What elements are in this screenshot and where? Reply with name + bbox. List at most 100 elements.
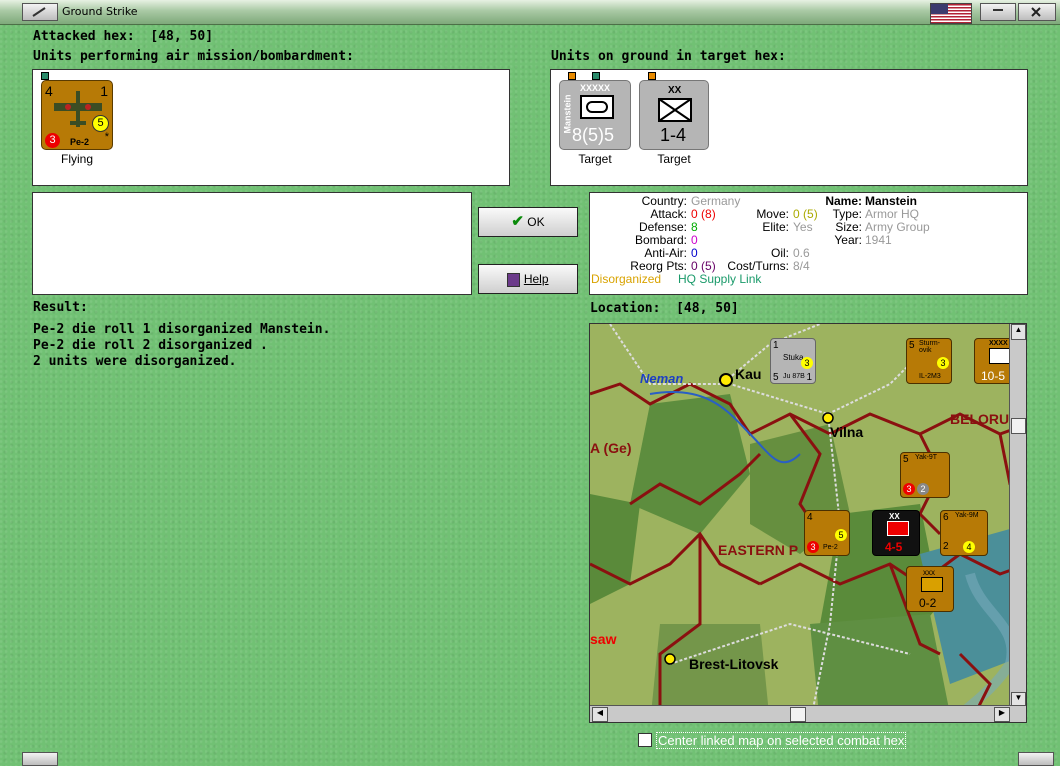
marker-icon <box>568 72 576 80</box>
counter-value: 0-2 <box>919 596 937 610</box>
counter-value: 10-5 <box>981 369 1006 383</box>
restore-button[interactable] <box>980 3 1016 21</box>
ground-unit-counter-infantry[interactable]: XX 1-4 <box>639 80 709 150</box>
close-icon <box>1031 7 1041 17</box>
supply-status: HQ Supply Link <box>678 272 762 286</box>
minimize-button[interactable] <box>22 3 58 21</box>
window-title: Ground Strike <box>62 5 138 18</box>
map-label-warsaw: saw <box>590 631 617 647</box>
counter-value: 5 <box>835 529 847 541</box>
map-counter-stuka[interactable]: 1 Stuka 5 Ju 87B 1 3 <box>770 338 816 384</box>
map-label-kaunas: Kau <box>735 366 762 382</box>
air-unit-defense: 5 <box>92 115 109 132</box>
result-line: Pe-2 die roll 2 disorganized . <box>33 338 268 353</box>
scroll-right-icon[interactable]: ▶ <box>994 707 1010 722</box>
counter-model: Sturm-ovik <box>919 340 940 354</box>
scroll-thumb[interactable] <box>790 707 806 722</box>
ground-strike-window: Ground Strike Attacked hex: [48, 50] Uni… <box>0 0 1060 766</box>
counter-model: Yak-9M <box>955 512 979 519</box>
counter-value: 4 <box>963 541 975 553</box>
map-counter-pe2[interactable]: 4 5 3 Pe-2 <box>804 510 850 556</box>
counter-value: 2 <box>917 483 929 495</box>
location-label: Location: [48, 50] <box>590 301 739 316</box>
air-units-header: Units performing air mission/bombardment… <box>33 49 354 64</box>
map-counter-german-hq[interactable]: XX 4-5 <box>872 510 920 556</box>
close-button[interactable] <box>1018 3 1056 21</box>
air-unit-model: Pe-2 <box>70 137 90 147</box>
result-log: Pe-2 die roll 1 disorganized Manstein. P… <box>33 322 330 370</box>
unit-size: XXXXX <box>580 83 611 93</box>
attacked-hex-value: [48, 50] <box>150 29 214 44</box>
scroll-up-icon[interactable]: ▲ <box>1011 324 1026 340</box>
title-bar: Ground Strike <box>0 0 1060 25</box>
year-label: Year: <box>834 233 862 247</box>
counter-value: 6 <box>943 512 949 523</box>
unit-name-vertical: Manstein <box>562 94 573 134</box>
ok-button[interactable]: ✔ OK <box>478 207 578 237</box>
help-button[interactable]: Help <box>478 264 578 294</box>
counter-value: 3 <box>801 357 813 369</box>
hq-symbol-icon <box>887 521 909 536</box>
counter-value: 1 <box>773 340 779 351</box>
map-counter-hq-right[interactable]: XXXX 10-5 <box>974 338 1014 384</box>
air-unit-status: Flying <box>60 152 93 166</box>
counter-value: 5 <box>773 372 779 383</box>
mini-map[interactable]: Neman Kau Vilna BELORU A (Ge) EASTERN P … <box>589 323 1027 723</box>
help-book-icon <box>507 272 521 287</box>
map-label-vilna: Vilna <box>830 424 864 440</box>
unit-strength: 1-4 <box>660 125 687 145</box>
attacked-hex-label: Attacked hex: [48, 50] <box>33 29 214 44</box>
counter-sub: IL-2M3 <box>919 373 941 380</box>
map-vertical-scrollbar[interactable]: ▲ ▼ <box>1009 324 1026 708</box>
counter-value: 3 <box>937 357 949 369</box>
ok-label: OK <box>527 215 545 229</box>
ground-units-panel: XXXXX Manstein 8(5)5 Target XX 1-4 Targe… <box>550 69 1028 186</box>
bottom-left-handle[interactable] <box>22 752 58 766</box>
scroll-thumb[interactable] <box>1011 418 1026 434</box>
scroll-left-icon[interactable]: ◀ <box>592 707 608 722</box>
map-counter-yak9t[interactable]: 5 Yak-9T 3 2 <box>900 452 950 498</box>
year-value: 1941 <box>865 233 892 247</box>
counter-sub: Ju 87B <box>783 373 805 380</box>
map-counter-yak9m[interactable]: 6 Yak-9M 2 4 <box>940 510 988 556</box>
marker-icon <box>648 72 656 80</box>
city-icon <box>664 653 676 665</box>
map-label-belorussia: BELORU <box>950 411 1010 427</box>
counter-value: 1 <box>806 372 812 383</box>
map-label-germany: A (Ge) <box>590 440 632 456</box>
counter-size: XXXX <box>989 340 1008 347</box>
resize-handle[interactable] <box>1018 752 1054 766</box>
counter-value: 5 <box>903 454 909 465</box>
ground-unit-status: Target <box>657 152 691 166</box>
unit-size: XX <box>668 85 682 96</box>
marker-icon <box>41 72 49 80</box>
ground-unit-status: Target <box>578 152 612 166</box>
map-label-neman: Neman <box>640 371 684 386</box>
location-value: [48, 50] <box>676 301 739 316</box>
ground-units-header: Units on ground in target hex: <box>551 49 786 64</box>
air-unit-flag: * <box>104 131 109 143</box>
map-label-eastern-poland: EASTERN P <box>718 542 799 558</box>
counter-size: xxx <box>923 568 935 577</box>
unit-strength: 8(5)5 <box>572 125 615 145</box>
counter-value: 4-5 <box>885 540 903 554</box>
map-label-brest-litovsk: Brest-Litovsk <box>689 656 779 672</box>
marker-icon <box>592 72 600 80</box>
ground-unit-counter-manstein[interactable]: XXXXX Manstein 8(5)5 <box>559 80 631 150</box>
unit-details-panel: Country: Germany Attack: 0 (8) Defense: … <box>589 192 1028 295</box>
counter-value: 5 <box>909 340 915 351</box>
map-counter-sturmovik[interactable]: 5 Sturm-ovik 3 IL-2M3 <box>906 338 952 384</box>
counter-model: Pe-2 <box>823 544 838 551</box>
cost-value: 8/4 <box>793 259 810 273</box>
center-map-checkbox-label[interactable]: Center linked map on selected combat hex <box>656 732 907 749</box>
city-icon <box>822 412 834 424</box>
map-horizontal-scrollbar[interactable]: ◀ ▶ <box>590 705 1026 722</box>
result-header: Result: <box>33 300 88 315</box>
unit-symbol-icon <box>921 577 943 592</box>
map-counter-partisan[interactable]: xxx 0-2 <box>906 566 954 612</box>
result-line: 2 units were disorganized. <box>33 354 237 369</box>
notes-textarea[interactable] <box>32 192 472 295</box>
air-unit-strength: 3 <box>45 133 60 148</box>
air-unit-counter[interactable]: 4 1 5 3 Pe-2 * <box>41 80 113 150</box>
center-map-checkbox[interactable] <box>638 733 652 747</box>
